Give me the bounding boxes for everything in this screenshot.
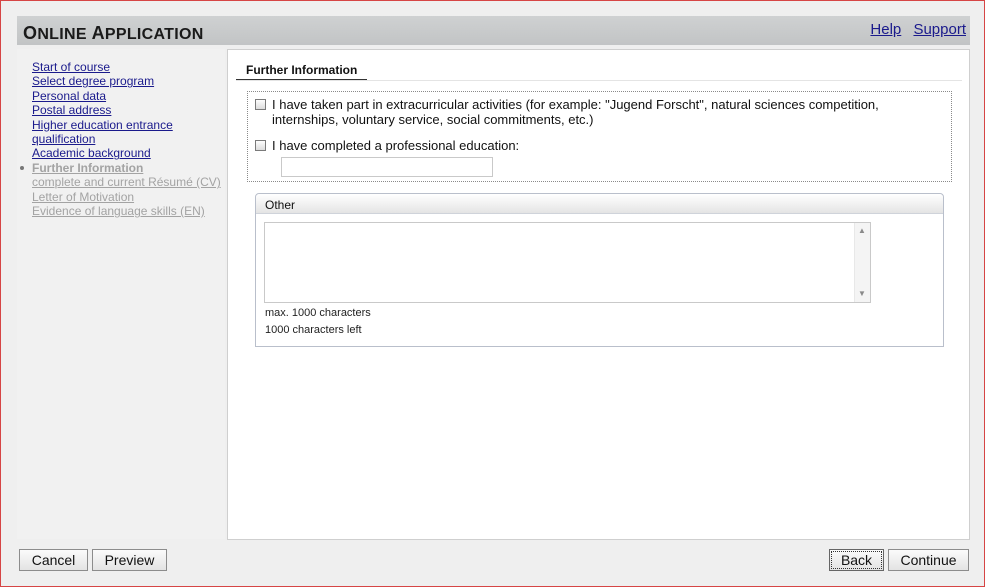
back-button[interactable]: Back: [829, 549, 884, 571]
sidebar-item-start-of-course[interactable]: Start of course: [32, 60, 232, 74]
support-link[interactable]: Support: [913, 21, 966, 38]
professional-education-checkbox[interactable]: [255, 140, 266, 151]
other-textarea[interactable]: ▲ ▼: [264, 222, 871, 303]
professional-education-input[interactable]: [281, 157, 493, 177]
preview-button[interactable]: Preview: [92, 549, 167, 571]
max-characters-hint: max. 1000 characters: [265, 307, 371, 319]
sidebar-item-resume-cv: complete and current Résumé (CV): [32, 175, 221, 190]
extracurricular-checkbox[interactable]: [255, 99, 266, 110]
sidebar-item-label[interactable]: Personal data: [32, 89, 106, 103]
app-title-cap-2: A: [91, 23, 105, 43]
sidebar-item-label[interactable]: Select degree program: [32, 74, 154, 88]
main-content: Further Information I have taken part in…: [227, 49, 970, 540]
app-title-cap-1: O: [23, 23, 38, 43]
sidebar-item-label[interactable]: Postal address: [32, 103, 111, 117]
scroll-down-icon[interactable]: ▼: [858, 290, 866, 298]
step-navigation: Start of course Select degree program Pe…: [20, 60, 232, 219]
tab-divider: [236, 80, 962, 81]
scroll-up-icon[interactable]: ▲: [858, 227, 866, 235]
app-header: ONLINE APPLICATION Help Support: [17, 16, 970, 45]
header-links: Help Support: [862, 21, 966, 38]
sidebar-item-label[interactable]: Start of course: [32, 60, 110, 74]
application-window: ONLINE APPLICATION Help Support Start of…: [0, 0, 985, 587]
sidebar-item-label[interactable]: Academic background: [32, 146, 151, 160]
sidebar-item-personal-data[interactable]: Personal data: [32, 89, 232, 103]
characters-left-counter: 1000 characters left: [265, 324, 362, 336]
sidebar-item-further-information: Further Information: [20, 161, 232, 175]
other-panel-title: Other: [256, 194, 943, 214]
sidebar-item-higher-education-entrance[interactable]: Higher education entrance qualification: [32, 118, 192, 147]
sidebar-item-postal-address[interactable]: Postal address: [32, 103, 232, 117]
sidebar: Start of course Select degree program Pe…: [17, 49, 225, 539]
professional-education-label[interactable]: I have completed a professional educatio…: [272, 138, 519, 153]
sidebar-item-letter-of-motivation: Letter of Motivation: [32, 189, 135, 204]
further-info-fieldset: I have taken part in extracurricular act…: [247, 91, 952, 182]
extracurricular-label[interactable]: I have taken part in extracurricular act…: [272, 97, 942, 127]
app-title-part-1: NLINE: [37, 26, 92, 43]
app-title: ONLINE APPLICATION: [23, 23, 204, 44]
help-link[interactable]: Help: [870, 21, 901, 38]
textarea-scrollbar[interactable]: ▲ ▼: [854, 223, 870, 302]
sidebar-item-select-degree-program[interactable]: Select degree program: [32, 74, 232, 88]
cancel-button[interactable]: Cancel: [19, 549, 88, 571]
continue-button[interactable]: Continue: [888, 549, 969, 571]
app-title-part-2: PPLICATION: [104, 26, 204, 43]
section-tab-title: Further Information: [236, 63, 368, 81]
sidebar-item-label[interactable]: Higher education entrance qualification: [32, 118, 173, 146]
other-panel: Other ▲ ▼ max. 1000 characters 1000 char…: [255, 193, 944, 347]
sidebar-item-academic-background[interactable]: Academic background: [32, 146, 232, 160]
sidebar-item-language-skills: Evidence of language skills (EN): [32, 204, 205, 219]
